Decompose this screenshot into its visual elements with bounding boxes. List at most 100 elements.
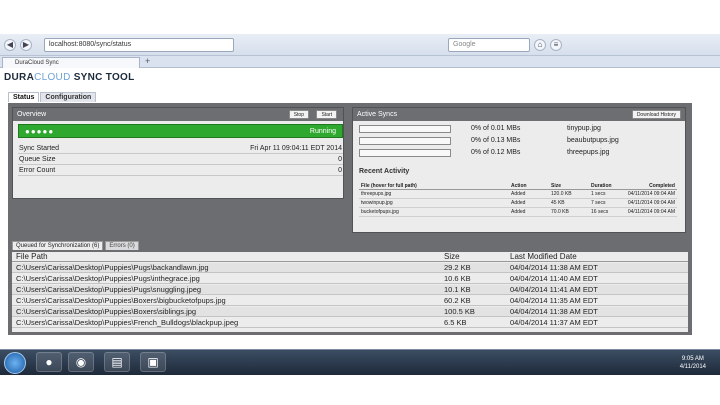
browser-tabbar: DuraCloud Sync + — [0, 56, 720, 68]
cell-path: C:\Users\Carissa\Desktop\Puppies\French_… — [16, 318, 239, 327]
table-row[interactable]: C:\Users\Carissa\Desktop\Puppies\French_… — [12, 318, 688, 328]
recent-activity-table: File (hover for full path) Action Size D… — [359, 182, 677, 217]
cell-path: C:\Users\Carissa\Desktop\Puppies\Pugs\sn… — [16, 285, 202, 294]
cell-modified: 04/04/2014 11:38 AM EDT — [510, 263, 598, 272]
sync-item: 0% of 0.13 MBs beaubutpups.jpg — [359, 136, 684, 146]
cell-duration: 16 secs — [591, 209, 609, 215]
back-icon[interactable]: ◀ — [4, 38, 16, 51]
browser-navbar: ◀ ▶ localhost:8080/sync/status Google ⌂ … — [0, 34, 720, 56]
table-row[interactable]: C:\Users\Carissa\Desktop\Puppies\Pugs\ba… — [12, 263, 688, 273]
col-file: File (hover for full path) — [361, 183, 417, 189]
error-count-label: Error Count — [19, 167, 56, 174]
url-input[interactable]: localhost:8080/sync/status — [44, 37, 234, 52]
cell-duration: 7 secs — [591, 200, 606, 206]
col-action: Action — [511, 183, 527, 189]
firefox-icon[interactable]: ● — [36, 352, 62, 372]
cell-action: Added — [511, 200, 526, 206]
table-row[interactable]: threepups.jpg Added 120.0 KB 1 secs 04/1… — [359, 190, 677, 199]
clock-date: 4/11/2014 — [679, 364, 706, 370]
col-duration: Duration — [591, 183, 612, 189]
sync-item: 0% of 0.01 MBs tinypup.jpg — [359, 124, 684, 134]
sync-progress-text: 0% of 0.12 MBs — [471, 149, 521, 156]
col-size: Size — [444, 252, 460, 261]
tab-errors[interactable]: Errors (0) — [105, 241, 139, 250]
cell-size: 60.2 KB — [444, 296, 471, 305]
cell-file: threepups.jpg — [361, 191, 392, 197]
sync-progress-text: 0% of 0.01 MBs — [471, 125, 521, 132]
cell-file: bucketofpups.jpg — [361, 209, 399, 215]
col-file-path: File Path — [16, 252, 48, 261]
cell-size: 70.0 KB — [551, 209, 569, 215]
cell-size: 45 KB — [551, 200, 565, 206]
status-label: Running — [309, 128, 336, 135]
table-row[interactable]: bucketofpups.jpg Added 70.0 KB 16 secs 0… — [359, 208, 677, 217]
col-size: Size — [551, 183, 562, 189]
logo-cloud: CLOUD — [34, 72, 71, 83]
app-icon[interactable]: ▣ — [140, 352, 166, 372]
cell-path: C:\Users\Carissa\Desktop\Puppies\Boxers\… — [16, 307, 197, 316]
tab-queued[interactable]: Queued for Synchronization (6) — [12, 241, 104, 250]
overview-row: Queue Size 0 — [18, 155, 343, 165]
cell-completed: 04/11/2014 09:04 AM — [627, 200, 675, 206]
cell-modified: 04/04/2014 11:38 AM EDT — [510, 307, 598, 316]
cell-size: 10.6 KB — [444, 274, 471, 283]
sync-progress-bar — [359, 149, 451, 157]
active-syncs-panel: Active Syncs Download History 0% of 0.01… — [352, 107, 686, 233]
cell-modified: 04/04/2014 11:35 AM EDT — [510, 296, 598, 305]
recent-activity-header: File (hover for full path) Action Size D… — [359, 182, 677, 190]
cell-size: 100.5 KB — [444, 307, 475, 316]
start-button[interactable]: Start — [316, 110, 337, 119]
tab-configuration[interactable]: Configuration — [40, 92, 97, 102]
folder-icon[interactable]: ▤ — [104, 352, 130, 372]
sync-tool-app: DURACLOUD SYNC TOOL Status Configuration… — [0, 68, 720, 370]
forward-icon[interactable]: ▶ — [20, 38, 32, 51]
table-row[interactable]: C:\Users\Carissa\Desktop\Puppies\Boxers\… — [12, 296, 688, 306]
main-content: Overview Stop Start ●●●●● Running Sync S… — [8, 103, 692, 335]
queue-header: File Path Size Last Modified Date — [12, 252, 688, 262]
home-icon[interactable]: ⌂ — [534, 38, 546, 51]
cell-action: Added — [511, 191, 526, 197]
overview-header: Overview Stop Start — [13, 108, 343, 121]
table-row[interactable]: twowinpup.jpg Added 45 KB 7 secs 04/11/2… — [359, 199, 677, 208]
sync-started-label: Sync Started — [19, 145, 60, 152]
duracloud-logo: DURACLOUD SYNC TOOL — [4, 72, 135, 90]
menu-icon[interactable]: ≡ — [550, 38, 562, 51]
sync-file-name: beaubutpups.jpg — [567, 137, 619, 144]
browser-tab[interactable]: DuraCloud Sync — [2, 57, 140, 68]
overview-row: Error Count 0 — [18, 166, 343, 176]
col-completed: Completed — [649, 183, 675, 189]
cell-file: twowinpup.jpg — [361, 200, 393, 206]
search-input[interactable]: Google — [448, 37, 530, 52]
app-tabs: Status Configuration — [8, 92, 97, 102]
cell-size: 6.5 KB — [444, 318, 467, 327]
system-clock[interactable]: 9:05 AM 4/11/2014 — [680, 355, 706, 371]
cell-modified: 04/04/2014 11:40 AM EDT — [510, 274, 598, 283]
sync-file-name: tinypup.jpg — [567, 125, 601, 132]
tab-status[interactable]: Status — [8, 92, 40, 102]
cell-duration: 1 secs — [591, 191, 606, 197]
cell-action: Added — [511, 209, 526, 215]
queue-size-label: Queue Size — [19, 156, 56, 163]
recent-activity-title: Recent Activity — [359, 168, 410, 175]
cell-completed: 04/11/2014 09:04 AM — [627, 191, 675, 197]
table-row[interactable]: C:\Users\Carissa\Desktop\Puppies\Pugs\in… — [12, 274, 688, 284]
cell-path: C:\Users\Carissa\Desktop\Puppies\Boxers\… — [16, 296, 226, 305]
new-tab-button[interactable]: + — [145, 56, 150, 66]
start-button[interactable] — [4, 352, 26, 374]
sync-item: 0% of 0.12 MBs threepups.jpg — [359, 148, 684, 158]
active-syncs-header: Active Syncs Download History — [353, 108, 685, 121]
stop-button[interactable]: Stop — [288, 110, 309, 119]
table-row[interactable]: C:\Users\Carissa\Desktop\Puppies\Pugs\sn… — [12, 285, 688, 295]
clock-time: 9:05 AM — [681, 356, 704, 362]
cell-completed: 04/11/2014 09:04 AM — [627, 209, 675, 215]
cell-size: 120.0 KB — [551, 191, 572, 197]
download-history-button[interactable]: Download History — [631, 110, 681, 119]
cell-path: C:\Users\Carissa\Desktop\Puppies\Pugs\in… — [16, 274, 200, 283]
sync-started-value: Fri Apr 11 09:04:11 EDT 2014 — [250, 145, 342, 152]
chrome-icon[interactable]: ◉ — [68, 352, 94, 372]
overview-title: Overview — [17, 111, 47, 118]
overview-panel: Overview Stop Start ●●●●● Running Sync S… — [12, 107, 344, 199]
queue-tabs: Queued for Synchronization (6) Errors (0… — [12, 241, 139, 250]
table-row[interactable]: C:\Users\Carissa\Desktop\Puppies\Boxers\… — [12, 307, 688, 317]
cell-size: 29.2 KB — [444, 263, 471, 272]
